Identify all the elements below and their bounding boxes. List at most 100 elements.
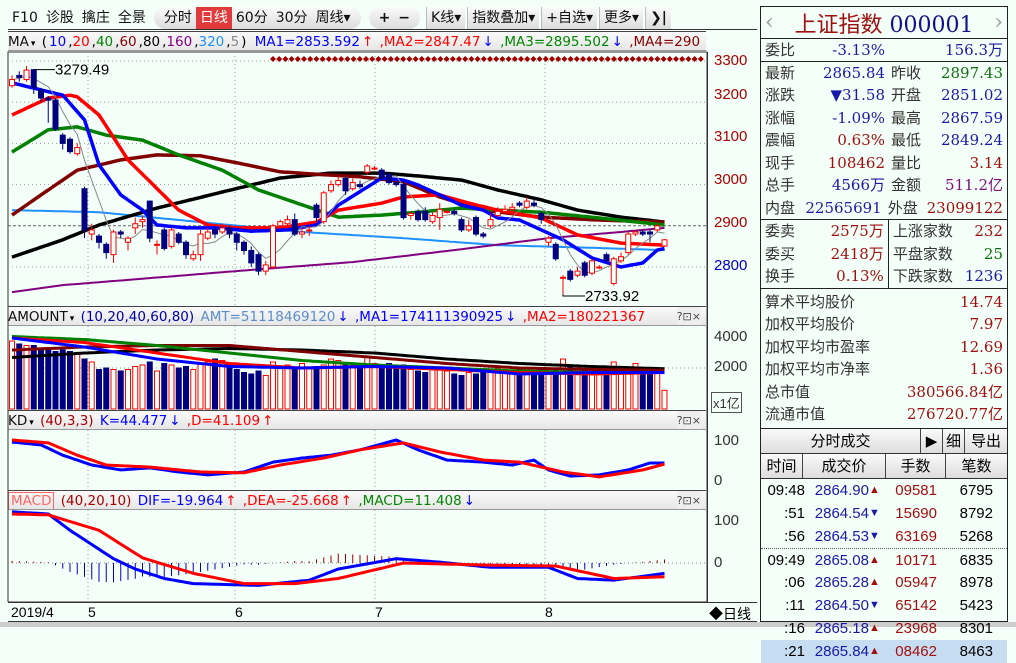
down-triangle-icon: ▼	[869, 598, 880, 611]
candle-down	[567, 270, 574, 280]
amount-bar	[284, 364, 291, 410]
amount-bar	[81, 358, 88, 410]
label: 涨幅	[765, 108, 796, 127]
amount-bar	[154, 370, 160, 410]
chart-canvas[interactable]: 3279.49 2733.92	[0, 0, 707, 602]
amount-bar	[436, 367, 443, 410]
prev-stock-icon[interactable]: ‹	[765, 10, 774, 35]
amount-bar	[407, 369, 414, 410]
candle-down	[378, 169, 385, 179]
candle-up	[494, 210, 501, 217]
candle-down	[183, 241, 189, 256]
candle-up	[88, 229, 95, 235]
marker-diamond	[673, 56, 679, 62]
amount-bar	[67, 351, 73, 410]
candle-up	[262, 264, 269, 272]
candle-up	[560, 276, 566, 279]
candle-up	[632, 231, 639, 235]
tick-count: 5423	[959, 596, 993, 614]
marker-diamond	[505, 56, 512, 62]
value: 2849.24	[940, 131, 1003, 149]
value: 108462	[827, 153, 885, 172]
candle-down	[538, 212, 545, 221]
tick-volume: 08462	[895, 642, 937, 660]
ma-line-6	[11, 226, 665, 294]
marker-diamond	[542, 56, 549, 62]
candle-down	[516, 202, 523, 206]
candle-up	[545, 237, 552, 243]
amount-bar	[661, 389, 668, 410]
amount-bar	[161, 363, 168, 410]
candle-down	[458, 219, 465, 231]
tick-row: 09:49 2865.08 ▲ 10171 6835	[761, 547, 1007, 571]
export-button[interactable]: 导出	[965, 428, 1007, 453]
tick-volume: 05947	[895, 573, 937, 591]
tick-count: 6835	[959, 551, 993, 569]
marker-diamond	[350, 56, 357, 62]
label: 外盘	[887, 198, 918, 217]
tick-volume: 63169	[895, 527, 937, 545]
candle-up	[320, 192, 327, 223]
candle-up	[364, 165, 371, 173]
label: 最低	[891, 131, 922, 149]
amount-bar	[262, 375, 269, 410]
label: 加权平均股价	[765, 315, 856, 333]
candle-up	[335, 179, 342, 186]
candle-down	[473, 217, 479, 235]
order-breadth: 委卖 2575万 委买 2418万 换手 0.13% 上涨家数 232 平盘家数 25 下跌家数 12…	[761, 220, 1007, 289]
low-label: 2733.92	[585, 288, 639, 305]
high-label: 3279.49	[55, 62, 109, 79]
marker-diamond	[288, 56, 295, 62]
breadth-row: 下跌家数 1236	[889, 265, 1007, 288]
next-stock-icon[interactable]: ›	[994, 10, 1003, 35]
value: 2851.02	[940, 86, 1003, 104]
order-row: 换手 0.13%	[761, 265, 888, 288]
candle-down	[415, 210, 421, 221]
candle-up	[661, 239, 668, 247]
amount-bar	[458, 375, 465, 410]
marker-diamond	[276, 56, 283, 62]
amount-bar	[45, 349, 52, 410]
tick-price: 2865.08	[814, 551, 869, 569]
candle-up	[306, 229, 313, 232]
quote-row: 涨幅 -1.09% 最高 2867.59	[761, 107, 1007, 130]
intraday-trades-tab[interactable]: 分时成交	[761, 428, 921, 453]
marker-diamond	[394, 56, 400, 62]
candle-down	[59, 134, 66, 144]
label: 委卖	[765, 222, 796, 240]
tick-row: :51 2864.54 ▼ 15690 8792	[761, 502, 1007, 525]
amount-bar	[226, 364, 233, 410]
candle-down	[422, 210, 429, 221]
marker-diamond	[617, 56, 624, 62]
label: 加权平均市盈率	[765, 337, 871, 356]
amount-bar	[168, 364, 175, 410]
candle-down	[647, 231, 653, 235]
play-icon[interactable]: ▶	[921, 428, 943, 453]
candle-up	[618, 256, 624, 262]
marker-diamond	[697, 56, 704, 62]
candle-up	[299, 231, 305, 235]
stock-name: 上证指数	[794, 12, 883, 38]
date-label: 6	[235, 604, 243, 620]
up-triangle-icon: ▲	[869, 575, 880, 588]
col-volume: 手数	[886, 453, 946, 478]
amount-bar	[545, 372, 552, 410]
candle-up	[436, 208, 443, 219]
value: 380566.84亿	[906, 382, 1003, 401]
candle-down	[117, 231, 124, 235]
amount-bar	[74, 354, 81, 410]
marker-diamond	[604, 56, 611, 62]
candle-up	[444, 210, 450, 213]
candle-up	[197, 233, 204, 256]
marker-diamond	[561, 56, 568, 62]
period-label[interactable]: ◆日线	[709, 604, 751, 624]
candle-down	[233, 233, 240, 243]
amount-bar	[509, 370, 516, 410]
amount-bar	[291, 367, 298, 410]
candle-up	[270, 225, 276, 268]
detail-button[interactable]: 细	[943, 428, 965, 453]
tick-price: 2865.84	[814, 642, 869, 660]
quote-panel: ‹ 上证指数 000001 › 委比 -3.13% 156.3万 最新 2865.…	[760, 6, 1008, 663]
amount-bar	[175, 367, 182, 410]
amount-bar	[465, 372, 472, 410]
